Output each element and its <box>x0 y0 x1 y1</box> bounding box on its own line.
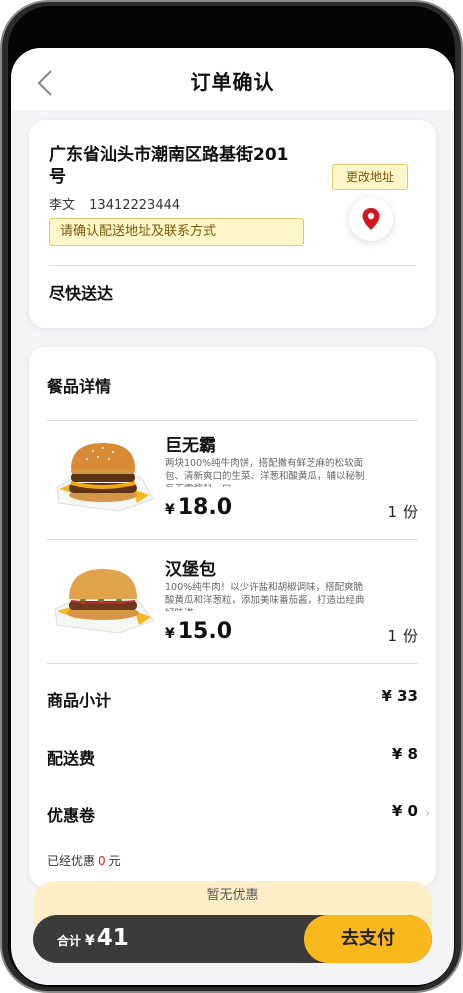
subtotal-label: 商品小计 <box>47 691 112 710</box>
order-items-card: 餐品详情 巨无霸 两块100%纯牛肉饼，搭配撒有鲜芝麻的松软面包、清新爽口的生菜… <box>29 347 436 887</box>
change-address-button[interactable]: 更改地址 <box>332 164 408 190</box>
divider <box>49 265 416 266</box>
product-quantity: 1份 <box>387 625 418 646</box>
pay-button[interactable]: 去支付 <box>304 915 432 963</box>
delivery-address: 广东省汕头市潮南区路基街201号 <box>49 145 289 187</box>
total-currency: ¥ <box>85 933 95 949</box>
total-label: 合计 <box>57 934 82 948</box>
total-value: 41 <box>96 925 129 951</box>
delivery-time[interactable]: 尽快送达 <box>49 280 113 304</box>
confirm-address-tip: 请确认配送地址及联系方式 <box>49 218 304 246</box>
hamburger-image <box>49 561 157 639</box>
product-item-big-mac[interactable]: 巨无霸 两块100%纯牛肉饼，搭配撒有鲜芝麻的松软面包、清新爽口的生菜、洋葱和酸… <box>47 421 418 539</box>
contact-phone: 13412223444 <box>89 198 181 213</box>
saved-prefix: 已经优惠 <box>47 854 96 868</box>
app-screen: 订单确认 广东省汕头市潮南区路基街201号 李文 13412223444 请确认… <box>11 48 454 985</box>
product-quantity: 1份 <box>387 501 418 522</box>
map-location-button[interactable] <box>349 197 393 241</box>
page-title: 订单确认 <box>190 70 275 94</box>
price-value: 18.0 <box>177 495 233 520</box>
divider <box>47 539 418 540</box>
quantity-value: 1 <box>387 503 397 521</box>
product-description: 两块100%纯牛肉饼，搭配撒有鲜芝麻的松软面包、清新爽口的生菜、洋葱和酸黄瓜，辅… <box>165 458 365 487</box>
bottom-area <box>11 966 454 985</box>
product-name: 巨无霸 <box>165 436 216 456</box>
price-value: 15.0 <box>177 619 233 644</box>
divider <box>47 663 418 664</box>
quantity-unit: 份 <box>402 503 418 521</box>
address-card: 广东省汕头市潮南区路基街201号 李文 13412223444 请确认配送地址及… <box>29 120 436 328</box>
contact-info: 李文 13412223444 <box>49 194 180 213</box>
subtotal-row: 商品小计 ¥ 33 <box>47 687 418 710</box>
coupon-value: ¥ 0 <box>391 802 418 820</box>
subtotal-value: ¥ 33 <box>381 687 418 705</box>
location-pin-icon <box>362 208 380 230</box>
order-total: 合计 ¥41 <box>57 925 129 951</box>
contact-name: 李文 <box>49 198 76 213</box>
product-description: 100%纯牛肉！以少许盐和胡椒调味，搭配爽脆酸黄瓜和洋葱粒，添加美味番茄酱，打造… <box>165 582 365 611</box>
delivery-fee-value: ¥ 8 <box>391 745 418 763</box>
big-mac-image <box>49 437 157 515</box>
section-title: 餐品详情 <box>47 377 112 396</box>
currency-symbol: ¥ <box>165 502 175 518</box>
product-item-hamburger[interactable]: 汉堡包 100%纯牛肉！以少许盐和胡椒调味，搭配爽脆酸黄瓜和洋葱粒，添加美味番茄… <box>47 545 418 663</box>
coupon-row[interactable]: 优惠卷 ¥ 0 › <box>47 802 430 825</box>
phone-frame: 订单确认 广东省汕头市潮南区路基街201号 李文 13412223444 请确认… <box>0 0 463 993</box>
delivery-fee-row: 配送费 ¥ 8 <box>47 745 418 768</box>
discount-summary: 已经优惠 0 元 <box>47 852 121 869</box>
checkout-bar: 合计 ¥41 去支付 <box>33 915 432 963</box>
top-bar: 订单确认 <box>11 48 454 110</box>
chevron-right-icon: › <box>425 806 430 820</box>
product-price: ¥15.0 <box>165 619 232 644</box>
quantity-unit: 份 <box>402 627 418 645</box>
saved-suffix: 元 <box>108 854 121 868</box>
delivery-fee-label: 配送费 <box>47 749 96 768</box>
product-price: ¥18.0 <box>165 495 232 520</box>
currency-symbol: ¥ <box>165 626 175 642</box>
quantity-value: 1 <box>387 627 397 645</box>
product-name: 汉堡包 <box>165 560 216 580</box>
saved-amount: 0 <box>98 854 106 868</box>
coupon-label: 优惠卷 <box>47 806 96 825</box>
